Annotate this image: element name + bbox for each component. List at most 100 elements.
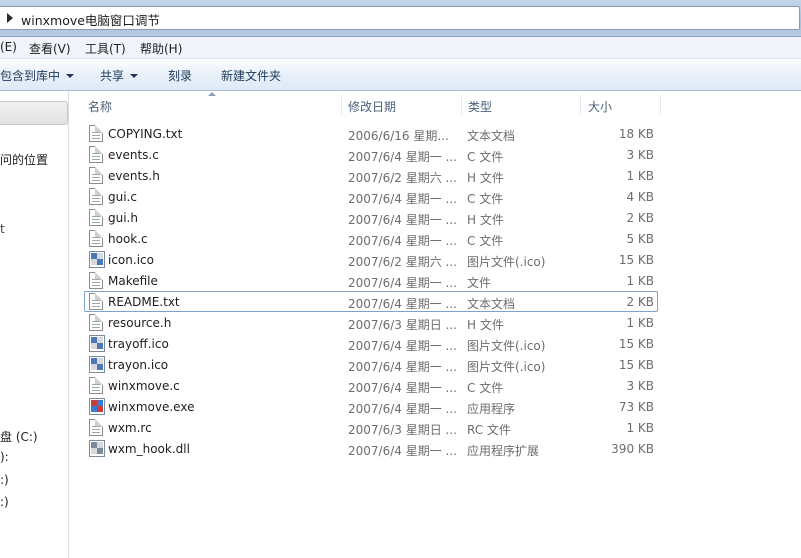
file-row[interactable]: gui.h 2007/6/4 星期一 ... H 文件 2 KB <box>69 208 669 229</box>
file-date: 2007/6/4 星期一 ... <box>348 339 457 353</box>
file-name: winxmove.exe <box>108 400 195 414</box>
file-type: 文件 <box>467 276 492 290</box>
nav-item-recent-places[interactable]: 问的位置 <box>0 151 48 168</box>
file-type: C 文件 <box>467 234 504 248</box>
nav-selected-item[interactable] <box>0 101 68 125</box>
text-file-icon <box>89 272 103 289</box>
file-type: 文本文档 <box>467 129 516 143</box>
file-size: 1 KB <box>626 169 654 183</box>
file-size: 18 KB <box>618 127 654 141</box>
column-header-type[interactable]: 类型 <box>468 98 492 115</box>
file-name: Makefile <box>108 274 158 288</box>
column-divider[interactable] <box>580 95 581 115</box>
nav-item-drive-c[interactable]: 盘 (C:) <box>0 428 38 445</box>
nav-item-drive-e[interactable]: :) <box>0 473 9 487</box>
file-name: gui.h <box>108 211 138 225</box>
file-size: 73 KB <box>618 400 654 414</box>
file-row[interactable]: events.c 2007/6/4 星期一 ... C 文件 3 KB <box>69 145 669 166</box>
file-row[interactable]: README.txt 2007/6/4 星期一 ... 文本文档 2 KB <box>69 291 669 313</box>
text-file-icon <box>89 188 103 205</box>
column-divider[interactable] <box>660 95 661 115</box>
share-button[interactable]: 共享 <box>100 67 139 84</box>
file-name: events.c <box>108 148 159 162</box>
include-in-library-button[interactable]: 包含到库中 <box>0 67 75 84</box>
dll-file-icon <box>89 440 105 457</box>
file-row[interactable]: wxm.rc 2007/6/3 星期日 ... RC 文件 1 KB <box>69 418 669 439</box>
nav-item-drive-d[interactable]: ): <box>0 450 9 464</box>
file-row[interactable]: trayon.ico 2007/6/4 星期一 ... 图片文件(.ico) 15 K… <box>69 355 669 376</box>
file-name: wxm_hook.dll <box>108 442 190 456</box>
sort-ascending-icon <box>208 92 216 96</box>
image-file-icon <box>89 251 105 268</box>
file-name: COPYING.txt <box>108 127 183 141</box>
column-header-date[interactable]: 修改日期 <box>348 98 396 115</box>
file-date: 2007/6/4 星期一 ... <box>348 402 457 416</box>
column-header-bar: 名称 修改日期 类型 大小 <box>69 91 801 117</box>
new-folder-button[interactable]: 新建文件夹 <box>221 67 281 84</box>
file-row[interactable]: events.h 2007/6/2 星期六 ... H 文件 1 KB <box>69 166 669 187</box>
file-date: 2007/6/4 星期一 ... <box>348 234 457 248</box>
text-file-icon <box>89 230 103 247</box>
file-date: 2007/6/4 星期一 ... <box>348 444 457 458</box>
file-date: 2007/6/3 星期日 ... <box>348 423 457 437</box>
menu-view[interactable]: 查看(V) <box>29 40 71 57</box>
file-date: 2007/6/2 星期六 ... <box>348 171 457 185</box>
file-row[interactable]: Makefile 2007/6/4 星期一 ... 文件 1 KB <box>69 271 669 292</box>
file-date: 2007/6/4 星期一 ... <box>348 192 457 206</box>
file-type: 图片文件(.ico) <box>467 360 546 374</box>
nav-item-drive-f[interactable]: :) <box>0 495 9 509</box>
breadcrumb-arrow-icon[interactable] <box>7 13 13 23</box>
file-type: 文本文档 <box>467 297 516 311</box>
file-row[interactable]: resource.h 2007/6/3 星期日 ... H 文件 1 KB <box>69 313 669 334</box>
command-toolbar: 包含到库中 共享 刻录 新建文件夹 <box>0 59 801 91</box>
text-file-icon <box>89 146 103 163</box>
file-type: 应用程序扩展 <box>467 444 540 458</box>
file-row[interactable]: trayoff.ico 2007/6/4 星期一 ... 图片文件(.ico) 15 … <box>69 334 669 355</box>
file-size: 15 KB <box>618 358 654 372</box>
file-row[interactable]: winxmove.exe 2007/6/4 星期一 ... 应用程序 73 KB <box>69 397 669 418</box>
file-name: gui.c <box>108 190 137 204</box>
address-path[interactable]: winxmove电脑窗口调节 <box>21 10 160 29</box>
file-name: trayon.ico <box>108 358 169 372</box>
file-name: icon.ico <box>108 253 154 267</box>
column-header-name[interactable]: 名称 <box>88 98 112 115</box>
file-row[interactable]: wxm_hook.dll 2007/6/4 星期一 ... 应用程序扩展 390 KB <box>69 439 669 460</box>
column-header-size[interactable]: 大小 <box>588 98 612 115</box>
burn-button[interactable]: 刻录 <box>168 67 192 84</box>
file-row[interactable]: winxmove.c 2007/6/4 星期一 ... C 文件 3 KB <box>69 376 669 397</box>
file-row[interactable]: COPYING.txt 2006/6/16 星期... 文本文档 18 KB <box>69 124 669 145</box>
file-size: 3 KB <box>626 379 654 393</box>
address-bar-area: winxmove电脑窗口调节 <box>0 0 801 37</box>
navigation-pane[interactable]: 问的位置 t 盘 (C:) ): :) :) <box>0 91 69 558</box>
file-date: 2007/6/4 星期一 ... <box>348 213 457 227</box>
nav-item-fragment[interactable]: t <box>0 222 5 236</box>
file-date: 2007/6/4 星期一 ... <box>348 150 457 164</box>
column-divider[interactable] <box>341 95 342 115</box>
file-size: 2 KB <box>626 211 654 225</box>
file-type: 图片文件(.ico) <box>467 339 546 353</box>
file-row[interactable]: gui.c 2007/6/4 星期一 ... C 文件 4 KB <box>69 187 669 208</box>
text-file-icon <box>89 167 103 184</box>
file-size: 15 KB <box>618 253 654 267</box>
file-row[interactable]: hook.c 2007/6/4 星期一 ... C 文件 5 KB <box>69 229 669 250</box>
menu-edit[interactable]: (E) <box>0 40 17 54</box>
menu-help[interactable]: 帮助(H) <box>140 40 182 57</box>
application-icon <box>89 398 105 415</box>
file-date: 2007/6/4 星期一 ... <box>348 297 457 311</box>
file-type: H 文件 <box>467 318 504 332</box>
file-row[interactable]: icon.ico 2007/6/2 星期六 ... 图片文件(.ico) 15 KB <box>69 250 669 271</box>
file-date: 2007/6/2 星期六 ... <box>348 255 457 269</box>
column-divider[interactable] <box>461 95 462 115</box>
file-size: 3 KB <box>626 148 654 162</box>
address-bar[interactable]: winxmove电脑窗口调节 <box>0 6 800 30</box>
file-type: 图片文件(.ico) <box>467 255 546 269</box>
file-date: 2007/6/3 星期日 ... <box>348 318 457 332</box>
file-date: 2006/6/16 星期... <box>348 129 449 143</box>
image-file-icon <box>89 335 105 352</box>
file-date: 2007/6/4 星期一 ... <box>348 360 457 374</box>
text-file-icon <box>89 419 103 436</box>
file-name: events.h <box>108 169 160 183</box>
file-type: 应用程序 <box>467 402 516 416</box>
share-label: 共享 <box>100 69 125 83</box>
menu-tools[interactable]: 工具(T) <box>85 40 126 57</box>
